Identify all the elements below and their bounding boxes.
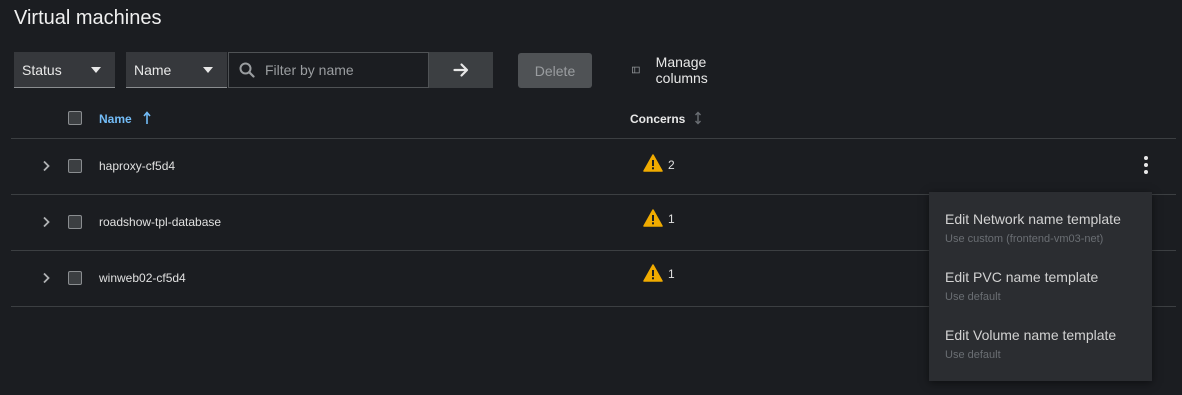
menu-item-label: Edit PVC name template: [945, 269, 1099, 285]
menu-item-edit-network-name-template[interactable]: Edit Network name template Use custom (f…: [945, 211, 1121, 245]
kebab-menu-button[interactable]: [1142, 156, 1150, 174]
table-row: haproxy-cf5d4 2: [11, 139, 1176, 195]
column-header-concerns[interactable]: Concerns: [630, 112, 685, 126]
kebab-icon: [1144, 156, 1148, 160]
menu-item-edit-pvc-name-template[interactable]: Edit PVC name template Use default: [945, 269, 1098, 303]
menu-item-description: Use custom (frontend-vm03-net): [945, 233, 1104, 245]
row-checkbox[interactable]: [68, 159, 82, 173]
menu-item-description: Use default: [945, 349, 1001, 361]
menu-item-edit-volume-name-template[interactable]: Edit Volume name template Use default: [945, 327, 1116, 361]
menu-item-label: Edit Network name template: [945, 211, 1121, 227]
row-actions-menu: Edit Network name template Use custom (f…: [929, 192, 1152, 381]
search-icon: [239, 62, 255, 78]
caret-down-icon: [91, 67, 101, 73]
columns-icon: [632, 66, 640, 74]
column-header-name[interactable]: Name: [99, 112, 132, 126]
page-title: Virtual machines: [14, 7, 162, 29]
caret-down-icon: [203, 67, 213, 73]
warning-icon: [643, 154, 663, 172]
chevron-right-icon[interactable]: [42, 160, 50, 172]
manage-columns-label: Manage columns: [655, 54, 708, 86]
warning-icon: [643, 209, 663, 227]
status-filter-select[interactable]: Status: [14, 52, 115, 88]
status-select-label: Status: [22, 61, 62, 78]
row-checkbox[interactable]: [68, 271, 82, 285]
filter-submit-button[interactable]: [429, 52, 493, 88]
arrow-right-icon: [453, 63, 469, 77]
table-header: Name Concerns: [11, 102, 1176, 139]
menu-item-description: Use default: [945, 291, 1001, 303]
menu-item-label: Edit Volume name template: [945, 327, 1117, 343]
vm-name[interactable]: winweb02-cf5d4: [99, 271, 186, 285]
row-checkbox[interactable]: [68, 215, 82, 229]
concern-count: 1: [668, 212, 675, 226]
filter-field: [228, 52, 429, 88]
filter-type-select[interactable]: Name: [126, 52, 227, 88]
chevron-right-icon[interactable]: [42, 272, 50, 284]
vm-name[interactable]: roadshow-tpl-database: [99, 215, 221, 229]
chevron-right-icon[interactable]: [42, 216, 50, 228]
sort-icon[interactable]: [694, 111, 702, 125]
concern-count: 1: [668, 267, 675, 281]
warning-icon: [643, 264, 663, 282]
name-select-label: Name: [134, 61, 172, 78]
filter-by-name-input[interactable]: [263, 61, 427, 79]
vm-name[interactable]: haproxy-cf5d4: [99, 159, 175, 173]
delete-button[interactable]: Delete: [518, 53, 592, 88]
manage-columns-button[interactable]: Manage columns: [632, 52, 714, 88]
arrow-up-icon[interactable]: [143, 111, 151, 125]
select-all-checkbox[interactable]: [68, 111, 82, 125]
concern-count: 2: [668, 158, 675, 172]
